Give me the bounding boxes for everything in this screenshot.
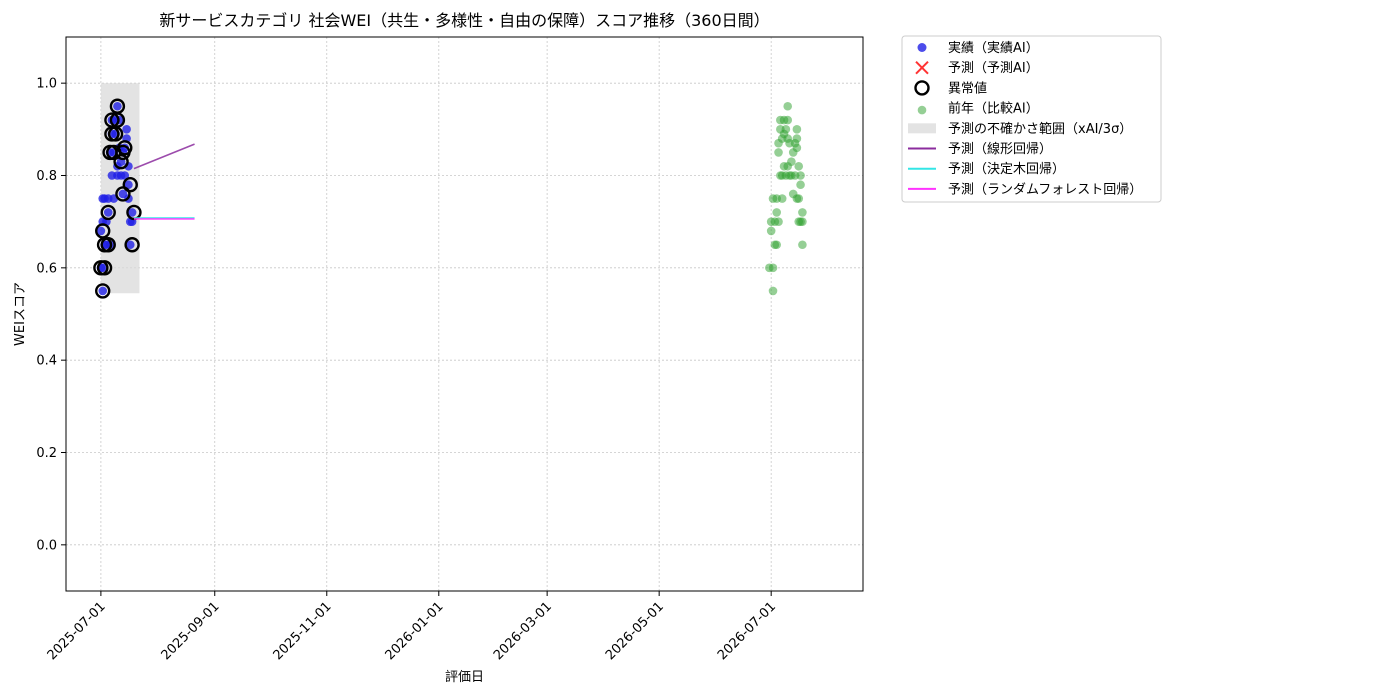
legend-label: 予測（予測AI） xyxy=(948,61,1039,76)
y-axis: 0.0 0.2 0.4 0.6 0.8 1.0 xyxy=(36,77,66,553)
legend-label: 予測（線形回帰） xyxy=(948,141,1052,157)
previous-year-point xyxy=(796,171,805,180)
legend-label: 前年（比較AI） xyxy=(948,101,1039,117)
previous-year-point xyxy=(792,134,802,143)
actual-point xyxy=(113,101,122,111)
y-tick-label: 0.6 xyxy=(36,261,57,276)
y-tick-label: 0.2 xyxy=(36,446,57,461)
legend: 実績（実績AI） 予測（予測AI） 異常値前年（比較AI） 予測の不確かさ範囲（xAI… xyxy=(901,35,1162,203)
y-tick-label: 0.4 xyxy=(36,354,57,369)
legend-label: 異常値 xyxy=(948,80,987,96)
previous-year-point xyxy=(772,208,781,217)
y-tick-label: 1.0 xyxy=(36,77,57,92)
y-tick-label: 0.8 xyxy=(36,169,57,184)
legend-marker-band xyxy=(908,123,936,134)
x-tick-label: 2025-11-01 xyxy=(271,599,335,663)
previous-year-point xyxy=(781,125,791,134)
previous-year-point xyxy=(774,217,783,226)
previous-year-point xyxy=(798,208,807,217)
prediction-line xyxy=(133,143,195,170)
previous-year-point xyxy=(792,125,802,134)
previous-year-point xyxy=(766,226,776,236)
previous-year-point xyxy=(768,263,778,273)
previous-year-point xyxy=(794,161,804,171)
legend-label: 予測（決定木回帰） xyxy=(948,161,1065,177)
x-tick-label: 2026-07-01 xyxy=(715,599,779,663)
y-tick-label: 0.0 xyxy=(36,538,57,553)
previous-year-point xyxy=(768,286,778,296)
legend-label: 予測の不確かさ範囲（xAI/3σ） xyxy=(948,121,1132,137)
previous-year-point xyxy=(783,101,793,111)
previous-year-point xyxy=(783,115,793,125)
previous-year-point xyxy=(772,240,781,250)
previous-year-point xyxy=(796,180,805,190)
previous-year-point xyxy=(774,148,783,157)
x-tick-label: 2026-01-01 xyxy=(383,599,447,663)
prediction-lines xyxy=(133,143,195,220)
x-tick-label: 2026-03-01 xyxy=(491,599,555,663)
legend-marker-previous xyxy=(917,105,927,115)
y-axis-label: WEIスコア xyxy=(13,282,28,346)
actual-point xyxy=(122,125,131,134)
x-axis: 2025-07-01 2025-09-01 2025-11-01 2026-01-01… xyxy=(45,591,779,663)
x-tick-label: 2025-09-01 xyxy=(159,599,223,663)
plot-frame xyxy=(65,36,864,592)
x-axis-label: 評価日 xyxy=(445,670,484,685)
actual-point xyxy=(103,208,113,217)
previous-year-point xyxy=(798,240,807,250)
legend-marker-actual xyxy=(917,43,927,52)
previous-year-point xyxy=(777,194,787,203)
previous-year-point xyxy=(792,143,802,153)
legend-label: 予測（ランダムフォレスト回帰） xyxy=(948,181,1142,197)
legend-label: 実績（実績AI） xyxy=(948,40,1039,56)
actual-point xyxy=(98,286,108,296)
x-tick-label: 2025-07-01 xyxy=(45,599,109,663)
previous-year-point xyxy=(798,217,807,226)
chart: 2025-07-01 2025-09-01 2025-11-01 2026-01-01… xyxy=(13,11,1162,685)
previous-year-point xyxy=(794,194,804,203)
grid xyxy=(66,37,863,591)
previous-year-point xyxy=(787,157,796,166)
chart-title: 新サービスカテゴリ 社会WEI（共生・多様性・自由の保障）スコア推移（360日間… xyxy=(159,11,769,30)
x-tick-label: 2026-05-01 xyxy=(603,599,667,663)
